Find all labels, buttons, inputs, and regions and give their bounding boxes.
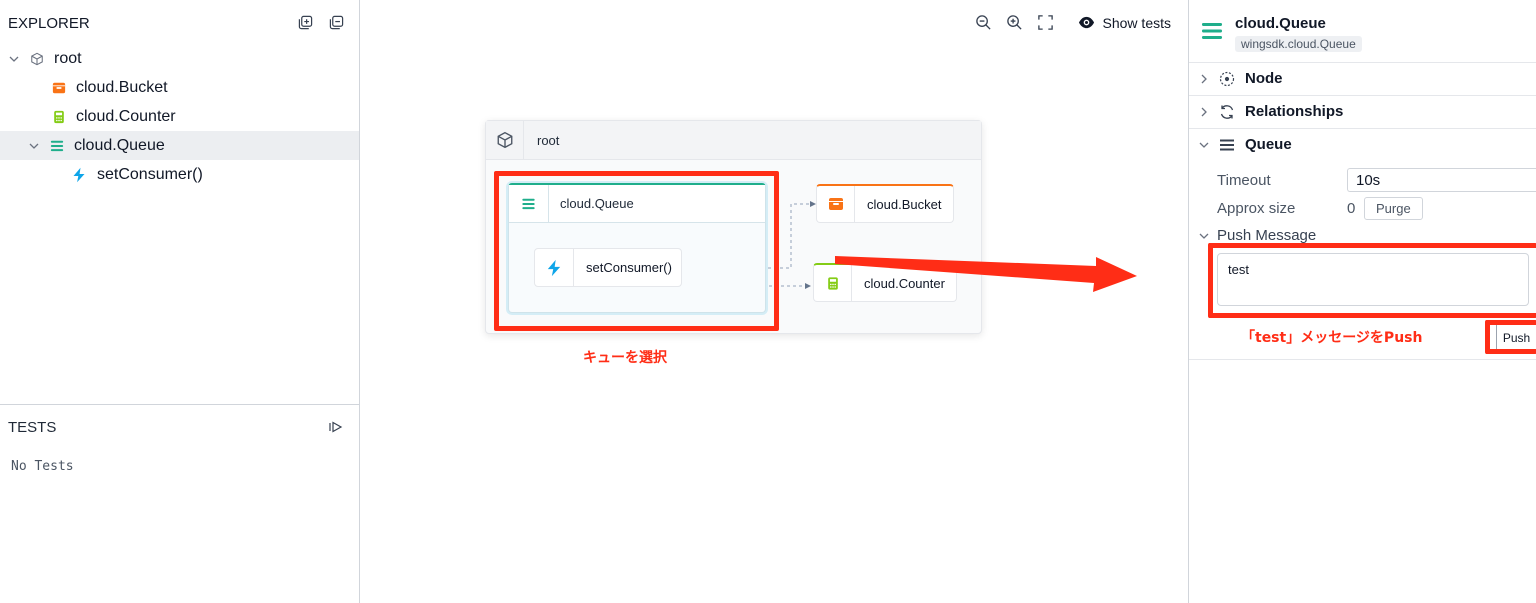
highlight-message-box bbox=[1208, 243, 1536, 318]
tree-item-bucket[interactable]: cloud.Bucket bbox=[0, 73, 359, 102]
tree-item-root[interactable]: root bbox=[0, 44, 359, 73]
explorer-title: EXPLORER bbox=[8, 15, 90, 32]
section-relationships-label: Relationships bbox=[1245, 103, 1344, 120]
tree-item-counter[interactable]: cloud.Counter bbox=[0, 102, 359, 131]
tree-item-label: setConsumer() bbox=[97, 165, 203, 183]
no-tests-text: No Tests bbox=[11, 459, 74, 474]
section-queue[interactable]: Queue bbox=[1189, 128, 1536, 160]
approx-size-value: 0 bbox=[1347, 200, 1356, 217]
tests-title: TESTS bbox=[8, 419, 57, 436]
root-node-label: root bbox=[537, 132, 560, 148]
tree-item-queue[interactable]: cloud.Queue bbox=[0, 131, 359, 160]
bucket-node[interactable]: cloud.Bucket bbox=[816, 184, 954, 223]
chevron-down-icon bbox=[1199, 233, 1209, 239]
chevron-down-icon bbox=[1199, 142, 1209, 148]
inspector-title: cloud.Queue bbox=[1235, 15, 1326, 32]
section-relationships[interactable]: Relationships bbox=[1189, 95, 1536, 127]
inspector-panel: cloud.Queue wingsdk.cloud.Queue Node Rel… bbox=[1188, 0, 1536, 603]
bucket-node-label: cloud.Bucket bbox=[867, 196, 942, 212]
annotation-select-queue: キューを選択 bbox=[583, 350, 667, 366]
graph-toolbar: Show tests bbox=[975, 14, 1171, 31]
push-message-header[interactable]: Push Message bbox=[1199, 227, 1316, 244]
chevron-down-icon[interactable] bbox=[28, 140, 40, 152]
node-icon bbox=[1219, 71, 1235, 86]
section-queue-label: Queue bbox=[1245, 136, 1292, 153]
inspector-subtitle: wingsdk.cloud.Queue bbox=[1235, 36, 1362, 52]
push-message-label: Push Message bbox=[1217, 227, 1317, 244]
refresh-icon bbox=[1220, 104, 1234, 119]
zoom-out-icon[interactable] bbox=[975, 14, 992, 31]
section-node[interactable]: Node bbox=[1189, 62, 1536, 94]
show-tests-label: Show tests bbox=[1102, 14, 1171, 31]
annotation-push-test: 「test」メッセージをPush bbox=[1241, 330, 1423, 346]
run-all-tests-icon[interactable] bbox=[329, 421, 343, 433]
purge-button[interactable]: Purge bbox=[1364, 197, 1423, 220]
queue-icon bbox=[50, 140, 64, 151]
tree-item-label: cloud.Bucket bbox=[76, 78, 168, 96]
queue-icon bbox=[1202, 23, 1222, 39]
collapse-all-icon[interactable] bbox=[329, 15, 344, 30]
lightning-icon bbox=[73, 167, 85, 182]
tests-header: TESTS bbox=[0, 404, 359, 448]
counter-node-label: cloud.Counter bbox=[864, 275, 945, 291]
approx-size-label: Approx size bbox=[1217, 200, 1296, 217]
chevron-down-icon[interactable] bbox=[8, 53, 20, 65]
bucket-icon bbox=[52, 82, 66, 93]
eye-icon bbox=[1078, 16, 1094, 29]
tree-item-label: cloud.Counter bbox=[76, 107, 176, 125]
graph-canvas[interactable]: Show tests root cloud.Queue setConsumer(… bbox=[361, 0, 1187, 603]
bucket-icon bbox=[828, 198, 843, 210]
timeout-field[interactable]: 10s bbox=[1347, 168, 1536, 192]
tree-item-label: cloud.Queue bbox=[74, 136, 165, 154]
highlight-queue-box bbox=[494, 171, 779, 331]
explorer-panel: EXPLORER root cloud.Bucket cloud.Counter bbox=[0, 0, 360, 603]
chevron-right-icon bbox=[1201, 74, 1207, 83]
counter-icon bbox=[827, 276, 838, 290]
tree-item-set-consumer[interactable]: setConsumer() bbox=[0, 160, 359, 189]
expand-all-icon[interactable] bbox=[298, 15, 313, 30]
queue-lines-icon bbox=[1220, 139, 1234, 150]
section-node-label: Node bbox=[1245, 70, 1283, 87]
show-tests-toggle[interactable]: Show tests bbox=[1078, 14, 1171, 31]
explorer-header: EXPLORER bbox=[0, 0, 360, 46]
cube-icon bbox=[31, 52, 43, 65]
timeout-label: Timeout bbox=[1217, 172, 1271, 189]
cube-icon bbox=[497, 131, 512, 149]
zoom-in-icon[interactable] bbox=[1006, 14, 1023, 31]
counter-node[interactable]: cloud.Counter bbox=[813, 263, 957, 302]
chevron-right-icon bbox=[1201, 107, 1207, 116]
fit-view-icon[interactable] bbox=[1037, 14, 1054, 31]
highlight-push-button bbox=[1485, 320, 1536, 354]
tree-item-label: root bbox=[54, 49, 82, 67]
counter-icon bbox=[54, 110, 64, 123]
